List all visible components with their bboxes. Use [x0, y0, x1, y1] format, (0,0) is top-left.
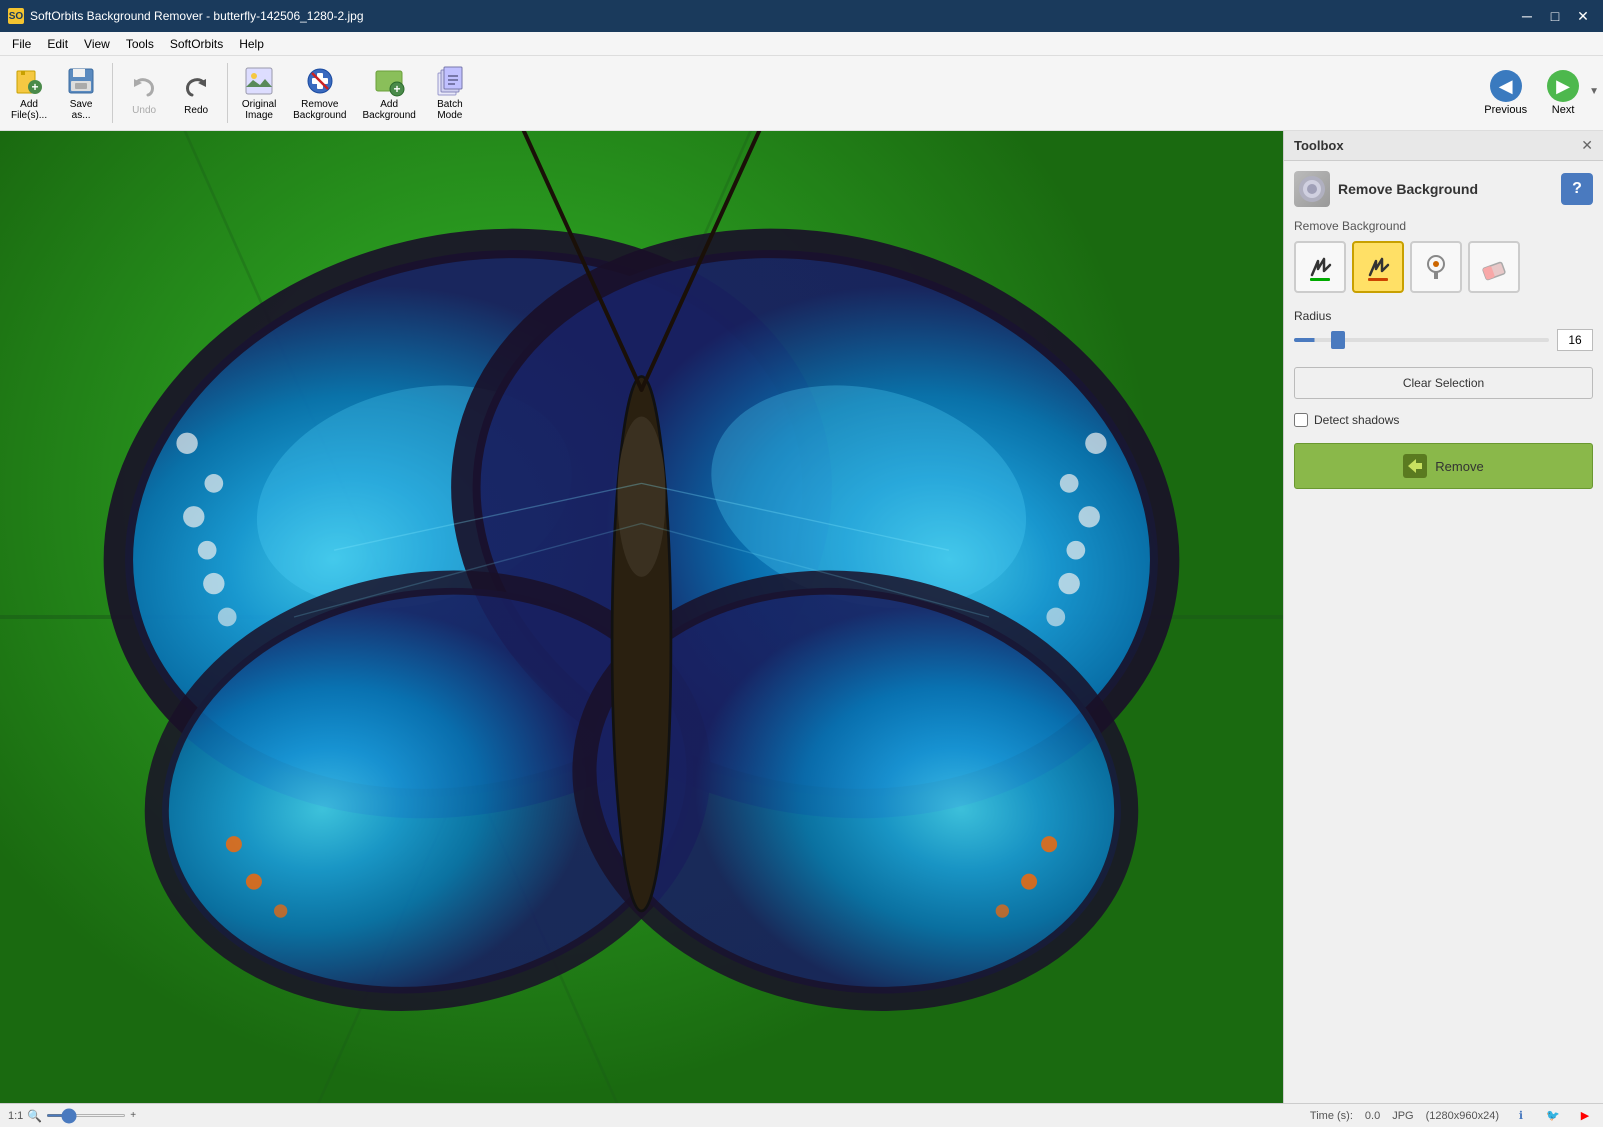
clear-selection-button[interactable]: Clear Selection — [1294, 367, 1593, 399]
next-icon: ▶ — [1547, 70, 1579, 102]
menu-help[interactable]: Help — [231, 32, 272, 55]
detect-shadows-label: Detect shadows — [1314, 413, 1399, 427]
zoom-slider[interactable] — [46, 1114, 126, 1117]
main-area: Toolbox ✕ Remove Background ? Remove Bac… — [0, 131, 1603, 1103]
help-button[interactable]: ? — [1561, 173, 1593, 205]
remove-brush-button[interactable] — [1352, 241, 1404, 293]
status-bar: 1:1 🔍 + Time (s): 0.0 JPG (1280x960x24) … — [0, 1103, 1603, 1127]
remove-bg-section-icon — [1294, 171, 1330, 207]
canvas-area[interactable] — [0, 131, 1283, 1103]
add-files-label: Add File(s)... — [11, 99, 47, 121]
redo-label: Redo — [184, 105, 208, 116]
app-icon: SO — [8, 8, 24, 24]
menu-file[interactable]: File — [4, 32, 39, 55]
toolbar: + Add File(s)... Save as... Undo — [0, 56, 1603, 131]
svg-text:+: + — [32, 80, 39, 94]
remove-bg-label: Remove Background — [293, 99, 346, 121]
remove-bg-icon — [304, 65, 336, 97]
social-twitter-button[interactable]: 🐦 — [1543, 1106, 1563, 1126]
previous-icon: ◀ — [1490, 70, 1522, 102]
menu-bar: File Edit View Tools SoftOrbits Help — [0, 32, 1603, 56]
batch-label: Batch Mode — [437, 99, 463, 121]
status-zoom: 1:1 🔍 + — [8, 1109, 136, 1123]
undo-icon — [128, 71, 160, 103]
smart-brush-button[interactable] — [1410, 241, 1462, 293]
radius-value: 16 — [1557, 329, 1593, 351]
redo-icon — [180, 71, 212, 103]
eraser-button[interactable] — [1468, 241, 1520, 293]
add-bg-label: Add Background — [362, 99, 415, 121]
toolbox-panel: Toolbox ✕ Remove Background ? Remove Bac… — [1283, 131, 1603, 1103]
title-bar: SO SoftOrbits Background Remover - butte… — [0, 0, 1603, 32]
undo-button[interactable]: Undo — [119, 60, 169, 126]
detect-shadows-row: Detect shadows — [1294, 413, 1593, 427]
toolbox-title: Toolbox — [1294, 138, 1344, 153]
social-youtube-button[interactable]: ▶ — [1575, 1106, 1595, 1126]
tool-buttons-row — [1294, 241, 1593, 293]
original-image-label: Original Image — [242, 99, 276, 121]
time-label: Time (s): — [1310, 1110, 1353, 1122]
info-button[interactable]: ℹ — [1511, 1106, 1531, 1126]
sub-title: Remove Background — [1294, 219, 1593, 233]
radius-slider[interactable] — [1294, 338, 1549, 342]
toolbar-sep-2 — [227, 63, 228, 123]
batch-icon — [434, 65, 466, 97]
detect-shadows-checkbox[interactable] — [1294, 413, 1308, 427]
butterfly-svg — [0, 131, 1283, 1103]
toolbar-sep-1 — [112, 63, 113, 123]
add-files-icon: + — [13, 65, 45, 97]
toolbox-header: Toolbox ✕ — [1284, 131, 1603, 161]
close-button[interactable]: ✕ — [1571, 6, 1595, 26]
next-button[interactable]: ▶ Next — [1537, 66, 1589, 120]
remove-label: Remove — [1435, 459, 1483, 474]
original-image-icon — [243, 65, 275, 97]
nav-area: ◀ Previous ▶ Next ▼ — [1474, 66, 1599, 120]
title-bar-controls: ─ □ ✕ — [1515, 6, 1595, 26]
redo-button[interactable]: Redo — [171, 60, 221, 126]
save-as-button[interactable]: Save as... — [56, 60, 106, 126]
radius-label: Radius — [1294, 309, 1593, 323]
previous-button[interactable]: ◀ Previous — [1474, 66, 1537, 120]
menu-edit[interactable]: Edit — [39, 32, 76, 55]
batch-mode-button[interactable]: Batch Mode — [425, 60, 475, 126]
time-value: 0.0 — [1365, 1110, 1380, 1122]
remove-background-button[interactable]: Remove Background — [286, 60, 353, 126]
format-badge: JPG — [1392, 1110, 1413, 1122]
zoom-icon: 🔍 — [27, 1109, 42, 1123]
window-title: SoftOrbits Background Remover - butterfl… — [30, 9, 364, 23]
maximize-button[interactable]: □ — [1543, 6, 1567, 26]
image-display — [0, 131, 1283, 1103]
save-icon — [65, 65, 97, 97]
toolbox-close-button[interactable]: ✕ — [1581, 137, 1593, 154]
original-image-button[interactable]: Original Image — [234, 60, 284, 126]
remove-button[interactable]: Remove — [1294, 443, 1593, 489]
radius-row: 16 — [1294, 329, 1593, 351]
menu-softorbits[interactable]: SoftOrbits — [162, 32, 231, 55]
minimize-button[interactable]: ─ — [1515, 6, 1539, 26]
next-label: Next — [1552, 104, 1575, 116]
add-background-button[interactable]: + Add Background — [355, 60, 422, 126]
menu-tools[interactable]: Tools — [118, 32, 162, 55]
remove-button-icon — [1403, 454, 1427, 478]
nav-dropdown-arrow: ▼ — [1589, 86, 1599, 101]
keep-brush-button[interactable] — [1294, 241, 1346, 293]
tool-section-header: Remove Background ? — [1294, 171, 1593, 207]
undo-label: Undo — [132, 105, 156, 116]
add-bg-icon: + — [373, 65, 405, 97]
toolbox-content: Remove Background ? Remove Background — [1284, 161, 1603, 1103]
save-as-label: Save as... — [70, 99, 93, 121]
svg-text:+: + — [394, 82, 401, 96]
zoom-level: 1:1 — [8, 1110, 23, 1122]
previous-label: Previous — [1484, 104, 1527, 116]
title-bar-left: SO SoftOrbits Background Remover - butte… — [8, 8, 364, 24]
tool-section-title: Remove Background — [1338, 181, 1478, 197]
dimensions-label: (1280x960x24) — [1426, 1110, 1499, 1122]
add-files-button[interactable]: + Add File(s)... — [4, 60, 54, 126]
menu-view[interactable]: View — [76, 32, 118, 55]
status-info: Time (s): 0.0 JPG (1280x960x24) ℹ 🐦 ▶ — [1310, 1106, 1595, 1126]
